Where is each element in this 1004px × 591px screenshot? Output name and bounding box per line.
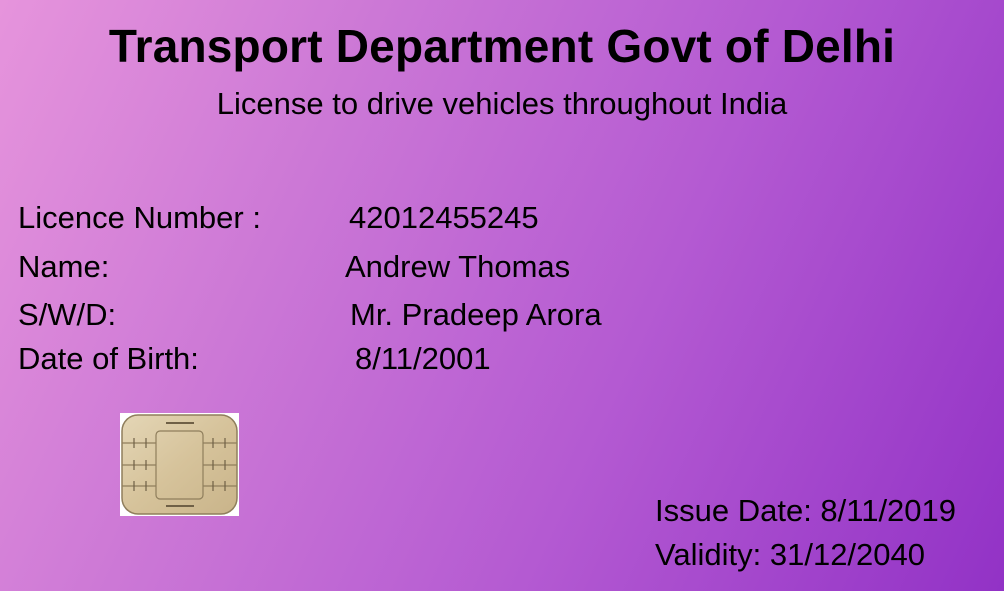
- swd-label: S/W/D:: [18, 297, 117, 332]
- licence-number-label: Licence Number :: [18, 200, 261, 235]
- smart-card-chip-icon: [120, 413, 239, 516]
- licence-card: Transport Department Govt of Delhi Licen…: [0, 0, 1004, 591]
- name-value: Andrew Thomas: [345, 249, 571, 284]
- licence-number-value: 42012455245: [349, 200, 539, 235]
- dob-label: Date of Birth:: [18, 341, 199, 376]
- swd-value: Mr. Pradeep Arora: [350, 297, 602, 332]
- issue-date: Issue Date: 8/11/2019: [655, 493, 957, 528]
- name-label: Name:: [18, 249, 110, 284]
- validity-date: Validity: 31/12/2040: [655, 537, 926, 572]
- dob-value: 8/11/2001: [355, 341, 491, 376]
- card-title: Transport Department Govt of Delhi: [108, 20, 896, 72]
- card-subtitle: License to drive vehicles throughout Ind…: [216, 86, 788, 121]
